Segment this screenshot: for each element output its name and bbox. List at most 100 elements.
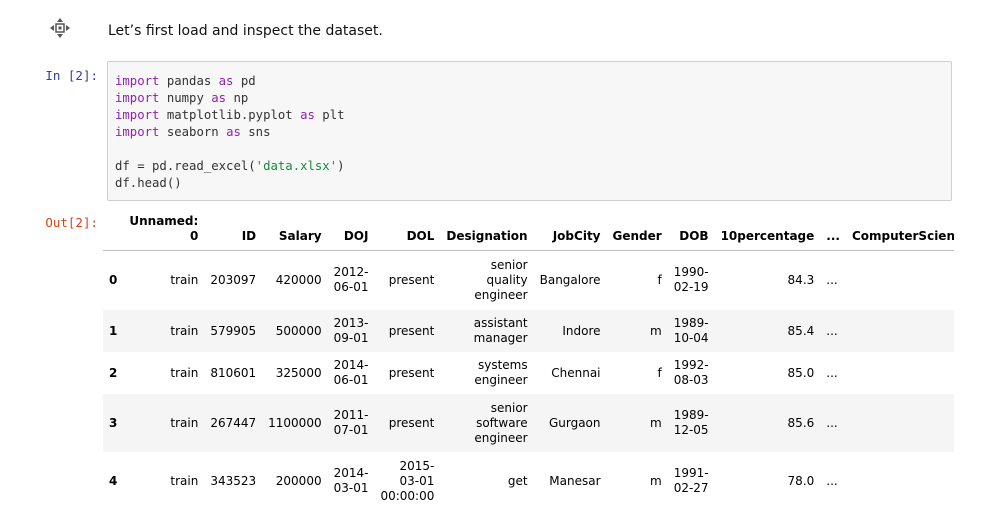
table-cell: ... bbox=[826, 272, 838, 287]
column-header: Salary bbox=[262, 210, 328, 251]
table-cell: 84.3 bbox=[787, 272, 815, 287]
table-cell: 810601 bbox=[210, 365, 257, 380]
table-cell: 420000 bbox=[275, 272, 322, 287]
table-cell: 2014- 06-01 bbox=[333, 358, 369, 387]
table-cell: f bbox=[657, 272, 662, 287]
code-token: numpy bbox=[159, 91, 212, 105]
table-cell: -1 bbox=[846, 352, 954, 394]
table-cell: 2014- 03-01 bbox=[333, 466, 369, 495]
column-header: DOL bbox=[374, 210, 441, 251]
table-cell: train bbox=[170, 415, 199, 430]
table-cell: 203097 bbox=[210, 272, 257, 287]
table-cell: 267447 bbox=[210, 415, 257, 430]
table-cell: 1992- 08-03 bbox=[673, 358, 709, 387]
table-cell: assistant manager bbox=[473, 316, 528, 345]
row-index: 3 bbox=[109, 415, 118, 430]
column-header: DOJ bbox=[327, 210, 375, 251]
table-cell: ... bbox=[826, 473, 838, 488]
table-row: 2 train 810601 325000 2014- 06-01 present syst… bbox=[103, 352, 954, 394]
table-cell: 200000 bbox=[275, 473, 322, 488]
code-token: import bbox=[115, 108, 160, 122]
column-header: Gender bbox=[606, 210, 668, 251]
table-cell: m bbox=[649, 323, 662, 338]
column-header: JobCity bbox=[533, 210, 607, 251]
table-cell: 1989- 10-04 bbox=[673, 316, 709, 345]
code-token: import bbox=[115, 74, 160, 88]
table-cell: 325000 bbox=[275, 365, 322, 380]
table-cell: 1989- 12-05 bbox=[673, 408, 709, 437]
table-cell: 2015- 03-01 00:00:00 bbox=[380, 458, 435, 503]
column-header: 10percentage bbox=[714, 210, 821, 251]
code-token: import bbox=[115, 125, 160, 139]
table-cell: 85.6 bbox=[787, 415, 815, 430]
column-header bbox=[103, 210, 124, 251]
code-token: ) bbox=[337, 159, 345, 173]
column-header: ComputerScience bbox=[845, 210, 954, 251]
column-header: DOB bbox=[667, 210, 715, 251]
table-cell: train bbox=[170, 272, 199, 287]
table-cell: 2011- 07-01 bbox=[333, 408, 369, 437]
code-cell-editor[interactable]: import pandas as pd import numpy as np i… bbox=[107, 61, 952, 201]
code-token: import bbox=[115, 91, 160, 105]
column-header: Unnamed: 0 bbox=[123, 210, 205, 251]
table-cell: present bbox=[388, 272, 435, 287]
table-cell: train bbox=[170, 365, 199, 380]
table-cell: present bbox=[388, 323, 435, 338]
table-cell: Chennai bbox=[551, 365, 601, 380]
table-cell: Manesar bbox=[549, 473, 601, 488]
table-row: 0 train 203097 420000 2012- 06-01 present seni… bbox=[103, 250, 954, 310]
table-cell: train bbox=[170, 323, 199, 338]
code-token: pandas bbox=[159, 74, 219, 88]
output-area: Unnamed: 0 ID Salary DOJ DOL Designation JobCi… bbox=[103, 210, 954, 520]
table-cell: senior software engineer bbox=[474, 400, 528, 445]
row-index: 2 bbox=[109, 365, 118, 380]
table-cell: 2013- 09-01 bbox=[333, 316, 369, 345]
table-cell: 2012- 06-01 bbox=[333, 265, 369, 295]
code-token: df = pd.read_excel( bbox=[115, 159, 256, 173]
code-token: sns bbox=[240, 125, 271, 139]
table-header-row: Unnamed: 0 ID Salary DOJ DOL Designation JobCi… bbox=[103, 210, 954, 251]
table-cell: 1991- 02-27 bbox=[673, 466, 709, 495]
table-row: 1 train 579905 500000 2013- 09-01 present assi… bbox=[103, 310, 954, 352]
table-cell: Bangalore bbox=[539, 272, 601, 287]
table-cell: senior quality engineer bbox=[474, 257, 528, 302]
table-cell: present bbox=[388, 415, 435, 430]
row-index: 1 bbox=[109, 323, 118, 338]
column-header: ID bbox=[204, 210, 263, 251]
table-cell: present bbox=[388, 365, 435, 380]
code-token: df.head() bbox=[115, 176, 182, 190]
table-cell: train bbox=[170, 473, 199, 488]
code-text[interactable]: import pandas as pd import numpy as np i… bbox=[108, 62, 951, 192]
table-cell: -1 bbox=[846, 310, 954, 352]
table-row: 4 train 343523 200000 2014- 03-01 2015- 03-01… bbox=[103, 452, 954, 510]
table-cell: m bbox=[649, 415, 662, 430]
code-token: as bbox=[300, 108, 315, 122]
code-token: np bbox=[226, 91, 249, 105]
table-cell: 579905 bbox=[210, 323, 257, 338]
table-cell: -1 bbox=[846, 250, 954, 310]
move-cell-icon[interactable] bbox=[49, 17, 71, 39]
code-token: seaborn bbox=[159, 125, 227, 139]
table-cell: ... bbox=[826, 415, 838, 430]
table-cell: 78.0 bbox=[787, 473, 815, 488]
table-cell: 85.0 bbox=[787, 365, 815, 380]
table-cell: f bbox=[657, 365, 662, 380]
table-cell: get bbox=[507, 473, 528, 488]
table-cell: systems engineer bbox=[474, 358, 528, 387]
code-token: 'data.xlsx' bbox=[255, 159, 338, 173]
input-prompt: In [2]: bbox=[45, 68, 98, 83]
table-cell: 85.4 bbox=[787, 323, 815, 338]
code-token: as bbox=[211, 91, 227, 105]
code-token: plt bbox=[314, 108, 345, 122]
table-row: 3 train 267447 1100000 2011- 07-01 present sen… bbox=[103, 394, 954, 452]
code-token: pd bbox=[233, 74, 256, 88]
table-cell: ... bbox=[826, 323, 838, 338]
table-cell: Gurgaon bbox=[548, 415, 601, 430]
row-index: 4 bbox=[109, 473, 118, 488]
code-token: as bbox=[218, 74, 234, 88]
table-cell: -1 bbox=[846, 394, 954, 452]
code-token: as bbox=[226, 125, 241, 139]
table-cell: -1 bbox=[846, 452, 954, 510]
table-cell: 500000 bbox=[275, 323, 322, 338]
table-cell: 1100000 bbox=[268, 415, 322, 430]
